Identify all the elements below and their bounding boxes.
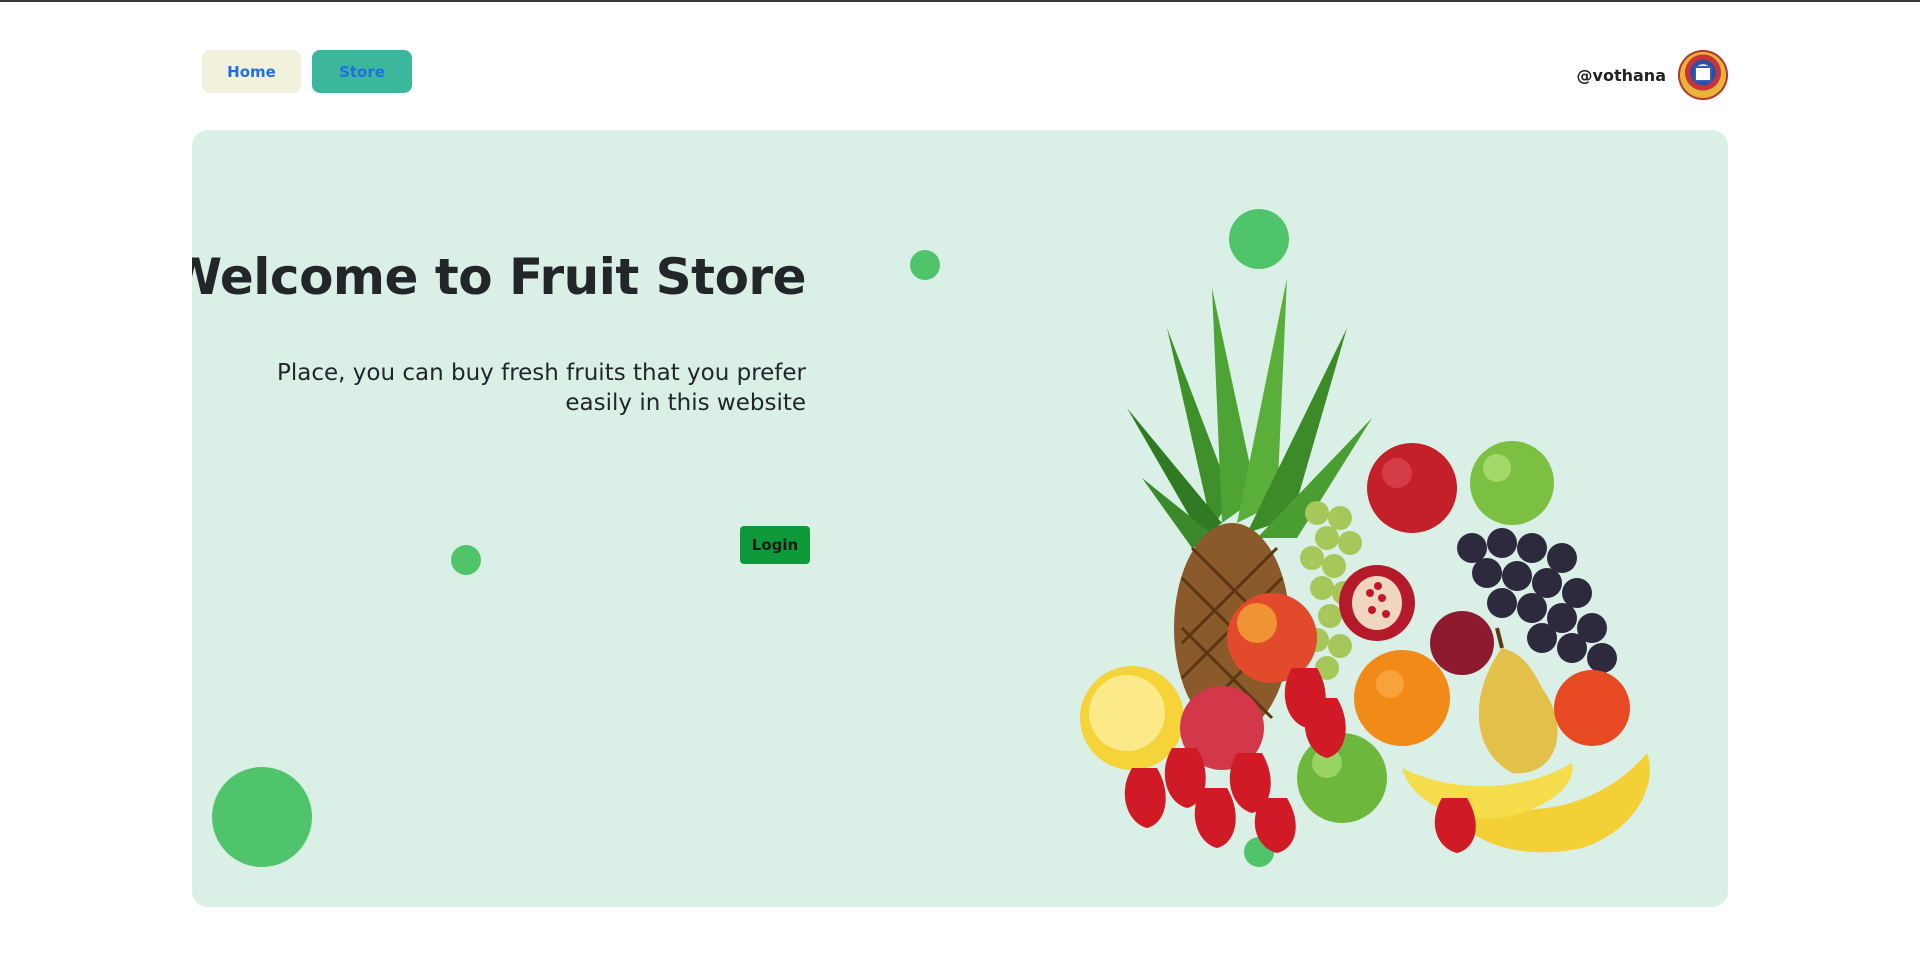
nectarine [1554, 670, 1630, 746]
plum [1430, 611, 1494, 675]
decorative-circle [212, 767, 312, 867]
green-apple [1470, 441, 1554, 525]
page-title: Welcome to Fruit Store [192, 248, 806, 306]
decorative-circle [910, 250, 940, 280]
fruit-basket-image [1080, 278, 1650, 853]
top-nav: Home Store [202, 50, 412, 93]
avatar[interactable] [1678, 50, 1728, 100]
top-border [0, 0, 1920, 2]
hero-banner: Welcome to Fruit Store Place, you can bu… [192, 130, 1728, 907]
red-apple [1367, 443, 1457, 533]
user-profile[interactable]: @vothana [1577, 50, 1728, 100]
pear [1478, 648, 1558, 774]
home-button[interactable]: Home [202, 50, 301, 93]
hero-subtitle: Place, you can buy fresh fruits that you… [277, 360, 806, 416]
green-apple [1297, 733, 1387, 823]
orange [1354, 650, 1450, 746]
login-button[interactable]: Login [740, 526, 810, 564]
decorative-circle [451, 545, 481, 575]
username: @vothana [1576, 65, 1666, 85]
store-button[interactable]: Store [312, 50, 412, 93]
